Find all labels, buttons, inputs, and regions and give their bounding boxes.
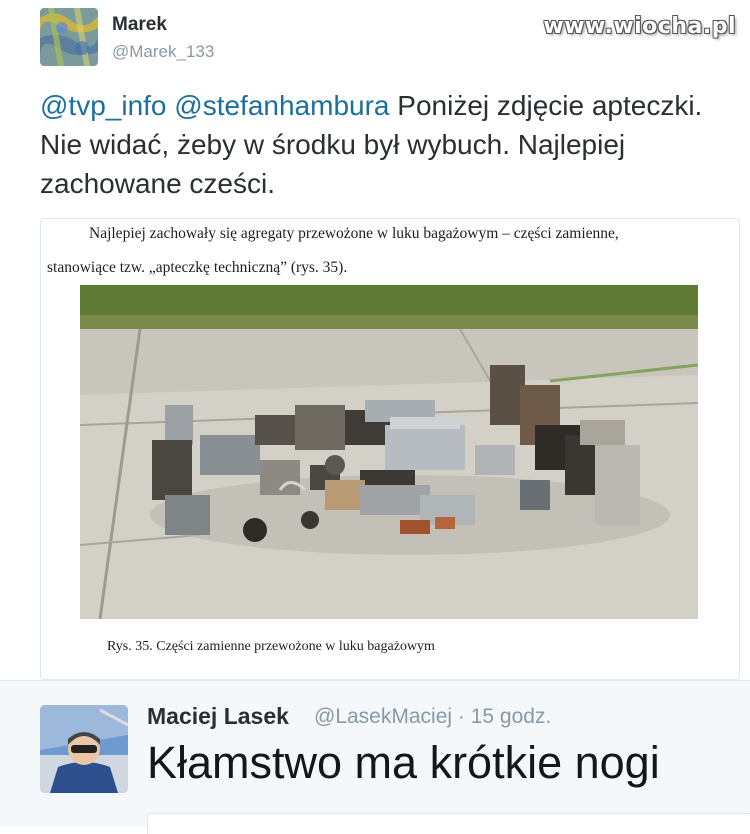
author-handle[interactable]: @Marek_133 [112, 42, 214, 62]
site-watermark: www.wiocha.pl [543, 14, 736, 39]
document-text-line: Najlepiej zachowały się agregaty przewoż… [89, 225, 619, 242]
reply-embedded-card[interactable] [147, 813, 750, 834]
tweet-text: @tvp_info @stefanhambura Poniżej zdjęcie… [40, 86, 745, 203]
reply-author-handle[interactable]: @LasekMaciej [314, 705, 452, 728]
reply-tweet[interactable]: Maciej Lasek @LasekMaciej · 15 godz. Kła… [0, 680, 750, 834]
reply-author-avatar[interactable] [40, 705, 128, 793]
mention-link[interactable]: @stefanhambura [174, 90, 389, 121]
reply-meta: @LasekMaciej · 15 godz. [314, 705, 551, 729]
mention-link[interactable]: @tvp_info [40, 90, 167, 121]
reply-author-name[interactable]: Maciej Lasek [147, 703, 289, 730]
reply-text: Kłamstwo ma krótkie nogi [147, 737, 660, 788]
spare-parts-photo [80, 285, 698, 619]
figure-caption: Rys. 35. Części zamienne przewożone w lu… [107, 639, 435, 654]
document-text-line: stanowiące tzw. „apteczkę techniczną” (r… [47, 259, 348, 276]
author-name[interactable]: Marek [112, 14, 167, 36]
attached-document-image[interactable]: Najlepiej zachowały się agregaty przewoż… [40, 218, 740, 680]
author-avatar[interactable] [40, 8, 98, 66]
meta-separator: · [457, 705, 465, 728]
reply-timestamp[interactable]: 15 godz. [471, 705, 552, 728]
